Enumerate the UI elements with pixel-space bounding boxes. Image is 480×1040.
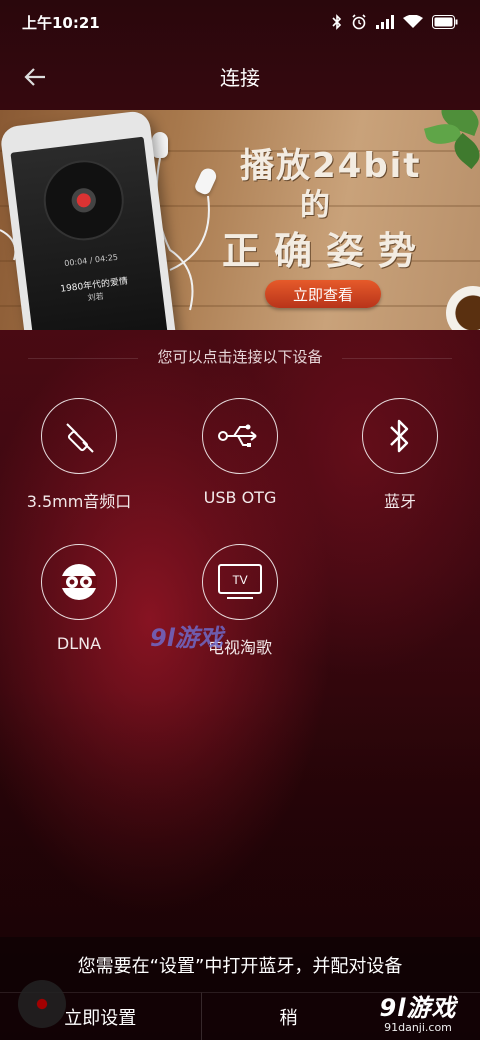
phone-time-text: 00:04 / 04:25 [63,252,119,269]
watermark-center: 9l游戏 [150,624,223,652]
device-circle [41,544,117,620]
device-circle [202,398,278,474]
album-disc-icon [39,155,129,245]
alarm-icon [352,14,366,30]
usb-icon [218,424,257,447]
device-headphone-jack[interactable]: 3.5mm音频口 [4,398,154,512]
banner-headline-3: 正确姿势 [222,229,431,273]
device-circle: TV [202,544,278,620]
device-circle [41,398,117,474]
phone-image: 00:04 / 04:25 1980年代的爱情 刘若 [0,110,179,330]
status-icons [332,14,458,30]
battery-icon [432,15,458,29]
device-label: 蓝牙 [383,492,416,511]
status-bar: 上午10:21 [0,0,480,44]
watermark-logo-text: 9l游戏 [379,994,457,1022]
bluetooth-status-icon [332,14,342,30]
view-now-button[interactable]: 立即查看 [265,280,381,308]
tv-label-text: TV [232,573,247,587]
banner-headline-1: 播放24bit [240,146,422,186]
device-usb-otg[interactable]: USB OTG [165,398,315,507]
device-bluetooth[interactable]: 蓝牙 [325,398,475,512]
back-arrow-icon [24,68,45,86]
app-header: 连接 [0,48,480,104]
device-label: USB OTG [203,488,277,507]
now-playing-disc-icon[interactable] [18,980,66,1028]
watermark-logo: 9l游戏 91danji.com [368,988,468,1034]
dlna-icon [61,564,97,600]
tv-icon: TV [218,564,262,599]
bluetooth-message: 您需要在“设置”中打开蓝牙，并配对设备 [0,937,480,992]
back-button[interactable] [20,62,50,92]
connect-hint: 您可以点击连接以下设备 [157,348,323,366]
device-label: 3.5mm音频口 [26,492,132,511]
device-label: DLNA [56,634,102,653]
headphone-jack-icon [66,423,94,453]
status-time: 上午10:21 [22,13,100,32]
page-title: 连接 [220,65,260,90]
signal-icon [376,15,394,29]
device-circle [362,398,438,474]
banner-headline-2: 的 [300,188,330,223]
promo-banner[interactable]: 00:04 / 04:25 1980年代的爱情 刘若 播放24bit 的 正确姿… [0,110,480,330]
device-dlna[interactable]: DLNA [4,544,154,653]
wifi-icon [403,15,423,28]
bluetooth-icon [390,419,409,453]
